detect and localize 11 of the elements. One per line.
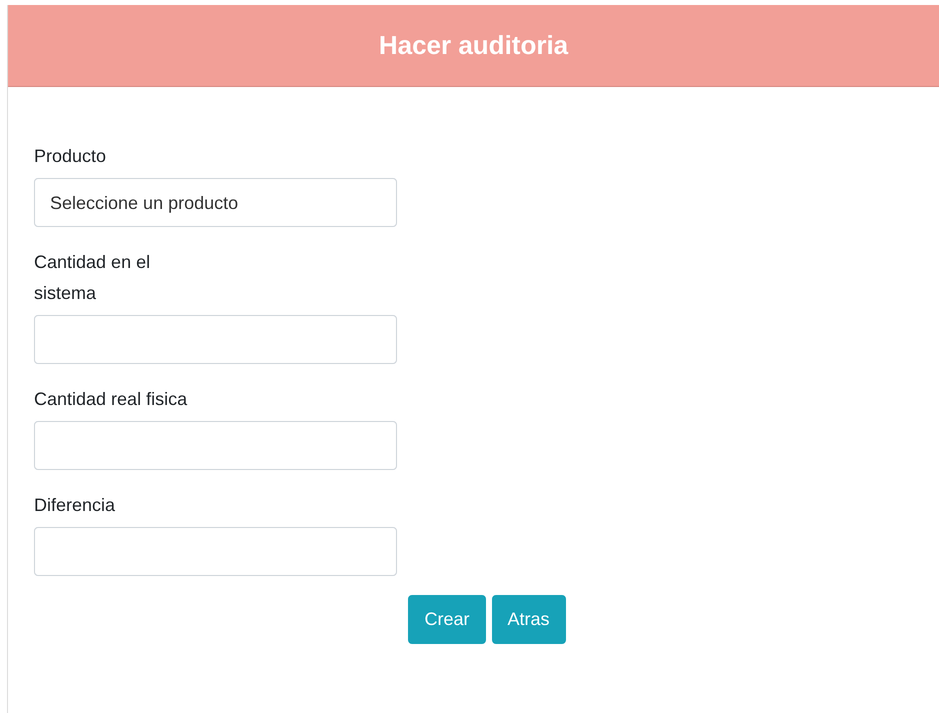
product-select[interactable]: Seleccione un producto — [34, 178, 397, 227]
page-title: Hacer auditoria — [378, 30, 568, 61]
field-label: Cantidad en el sistema — [34, 251, 152, 305]
field-label: Producto — [34, 145, 108, 168]
field-label: Diferencia — [34, 494, 116, 517]
input-field[interactable] — [34, 315, 397, 364]
action-button[interactable]: Crear — [408, 595, 486, 644]
input-field[interactable] — [34, 527, 397, 576]
input-field[interactable] — [34, 421, 397, 470]
field-label: Cantidad real fisica — [34, 388, 188, 411]
action-button[interactable]: Atras — [492, 595, 566, 644]
